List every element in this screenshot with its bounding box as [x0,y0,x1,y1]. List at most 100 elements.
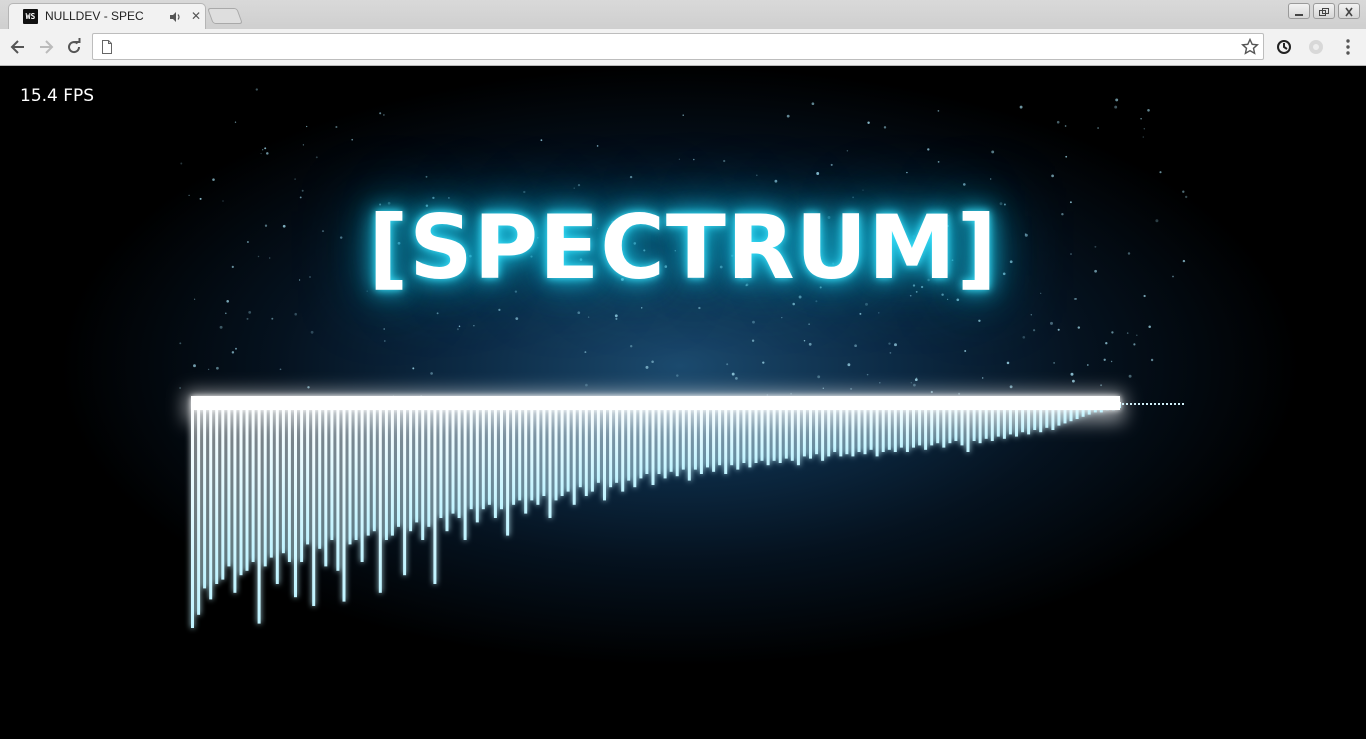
spectrum-bar [554,402,558,501]
particle [383,340,386,342]
spectrum-bar [281,402,285,554]
spectrum-bar [336,402,340,571]
spectrum-bar [772,402,776,461]
particle [436,312,439,315]
particle [982,377,984,379]
particle [1050,321,1053,325]
close-tab-icon[interactable]: ✕ [189,9,203,23]
spectrum-bar [687,402,691,481]
spectrum-bar [754,402,758,463]
browser-toolbar [0,29,1366,66]
new-tab-button[interactable] [207,8,243,24]
extension-disabled-icon[interactable] [1306,37,1326,57]
particle [271,317,274,320]
particle [731,372,735,376]
forward-arrow-icon[interactable] [36,37,56,57]
spectrum-tail-dot [1162,403,1164,405]
particle [629,175,633,179]
particle [335,125,338,129]
particle [1110,360,1113,363]
speaker-icon[interactable] [168,10,182,24]
spectrum-bar [712,402,716,472]
spectrum-bar [827,402,831,457]
particle [1051,174,1054,178]
particle [523,190,526,194]
url-input[interactable] [117,37,1227,56]
particle [867,121,870,125]
spectrum-bar [239,402,243,576]
spectrum-bar [451,402,455,514]
particle [235,347,237,350]
spectrum-tail-dot [1174,403,1176,405]
particle [310,330,314,334]
particle [216,366,219,370]
minimize-icon [1295,14,1303,16]
particle [1032,329,1036,332]
particle [1097,127,1100,129]
close-window-button[interactable] [1338,3,1360,19]
spectrum-bar [390,402,394,536]
spectrum-tail-dot [1146,403,1148,405]
spectrum-bar [784,402,788,459]
particle [458,325,461,328]
webstorm-icon: WS [23,9,38,24]
particle [752,320,755,324]
particle [859,312,862,315]
spectrum-bar [409,402,413,532]
minimize-button[interactable] [1288,3,1310,19]
particle [762,361,765,364]
spectrum-bar [796,402,800,466]
spectrum-bar [699,402,703,474]
spectrum-bar [384,402,388,540]
particle [781,316,783,319]
particle [630,345,633,348]
close-icon [1345,7,1353,17]
spectrum-bar [778,402,782,463]
particle [678,158,681,160]
spectrum-bar [802,402,806,457]
spectrum-bar [269,402,273,558]
address-bar[interactable] [92,33,1264,60]
particle [456,328,459,331]
particle [260,152,262,155]
particle [255,88,258,91]
bookmark-star-icon[interactable] [1241,38,1259,56]
spectrum-bar [433,402,437,584]
extension-sync-icon[interactable] [1274,37,1294,57]
tab-title: NULLDEV - SPEC [45,9,144,23]
particle [910,382,912,384]
spectrum-bar [518,402,522,501]
restore-button[interactable] [1313,3,1335,19]
spectrum-bar [481,402,485,510]
particle [231,351,235,354]
page-title: [SPECTRUM] [368,196,998,299]
menu-kebab-icon[interactable] [1338,37,1358,57]
spectrum-bar [603,402,606,501]
spectrum-bar [427,402,431,527]
particle [383,328,386,330]
particle [894,343,897,347]
reload-icon[interactable] [64,37,84,57]
spectrum-bar [760,402,764,461]
spectrum-bar [766,402,770,466]
particle [913,383,916,387]
particle [302,144,305,146]
tab-active[interactable]: WS NULLDEV - SPEC ✕ [8,3,206,29]
back-arrow-icon[interactable] [8,37,28,57]
particle [234,121,237,123]
spectrum-tail-dot [1182,403,1184,405]
particle [817,375,821,379]
particle [1019,105,1023,109]
spectrum-bar [487,402,491,505]
particle [962,183,966,186]
spectrum-tail-dot [1170,403,1172,405]
spectrum-bar [651,402,655,485]
particle [412,367,415,370]
spectrum-bar [203,402,207,589]
particle [847,363,851,367]
spectrum-bar [578,402,582,488]
particle [1064,125,1067,127]
particle [1103,358,1106,361]
spectrum-bar [821,402,825,461]
particle [1056,120,1060,124]
